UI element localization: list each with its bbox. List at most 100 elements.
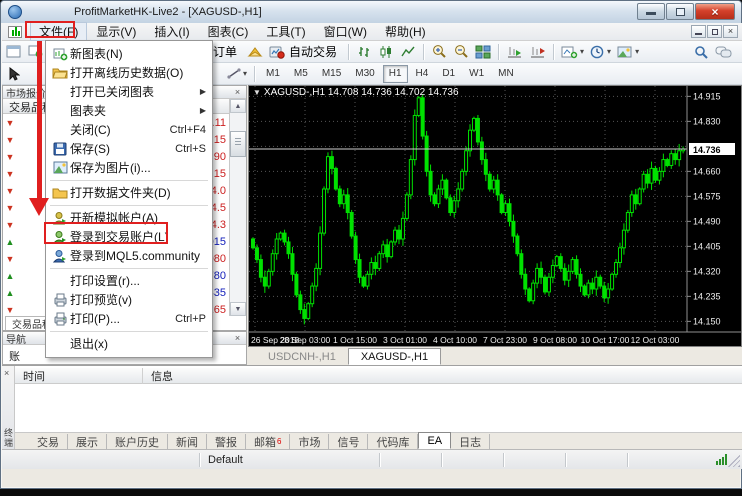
candlestick-mode-icon[interactable] — [375, 42, 397, 62]
file-menu-item-18[interactable]: 退出(x) — [46, 334, 212, 353]
terminal-tab-新闻[interactable]: 新闻 — [168, 434, 207, 449]
timeframe-d1-button[interactable]: D1 — [436, 65, 461, 83]
bar-chart-mode-icon[interactable] — [353, 42, 375, 62]
tile-windows-icon[interactable] — [472, 42, 494, 62]
restore-button[interactable] — [666, 3, 694, 20]
svg-text:4 Oct 10:00: 4 Oct 10:00 — [433, 335, 477, 345]
chart-window[interactable]: ▼XAGUSD-,H1 14.708 14.736 14.702 14.736 … — [248, 85, 742, 347]
file-menu-item-4[interactable]: 关闭(C)Ctrl+F4 — [46, 120, 212, 139]
resize-grip[interactable] — [728, 455, 740, 467]
file-menu-item-2[interactable]: 打开已关闭图表▶ — [46, 82, 212, 101]
line-tools-dropdown[interactable]: ▾ — [224, 64, 250, 84]
menu-separator — [46, 265, 212, 271]
minimize-button[interactable] — [637, 3, 665, 20]
timeframe-mn-button[interactable]: MN — [492, 65, 520, 83]
menu-item-3[interactable]: 图表(C) — [199, 22, 258, 41]
svg-text:12 Oct 03:00: 12 Oct 03:00 — [631, 335, 680, 345]
status-field — [380, 453, 442, 467]
menu-item-label: 保存(S) — [70, 140, 167, 157]
terminal-tab-交易[interactable]: 交易 — [29, 434, 68, 449]
svg-text:14.575: 14.575 — [693, 191, 721, 201]
terminal-tab-代码库[interactable]: 代码库 — [368, 434, 418, 449]
mdi-restore-button[interactable] — [707, 25, 722, 38]
file-menu-item-0[interactable]: 新图表(N) — [46, 44, 212, 63]
terminal-tab-账户历史[interactable]: 账户历史 — [107, 434, 168, 449]
timeframe-w1-button[interactable]: W1 — [463, 65, 490, 83]
timeframe-m15-button[interactable]: M15 — [316, 65, 347, 83]
menu-item-2[interactable]: 插入(I) — [145, 22, 198, 41]
search-symbol-icon[interactable] — [690, 42, 712, 62]
close-icon[interactable]: × — [4, 368, 9, 378]
chart-system-icon[interactable] — [8, 26, 22, 38]
zoom-in-icon[interactable] — [428, 42, 450, 62]
zoom-out-icon[interactable] — [450, 42, 472, 62]
close-button[interactable]: × — [695, 3, 735, 20]
file-menu-item-5[interactable]: 保存(S)Ctrl+S — [46, 139, 212, 158]
menu-item-label: 打开离线历史数据(O) — [70, 64, 206, 81]
price-down-arrow-icon: ▼ — [3, 186, 17, 196]
terminal-tab-日志[interactable]: 日志 — [451, 434, 490, 449]
new-window-icon[interactable] — [24, 42, 46, 62]
folder-icon — [50, 185, 70, 201]
cursor-tool-icon[interactable] — [2, 64, 24, 84]
scroll-up-icon[interactable]: ▲ — [230, 99, 246, 113]
chart-shift-icon[interactable] — [526, 42, 549, 62]
file-menu-item-3[interactable]: 图表夹▶ — [46, 101, 212, 120]
community-chat-icon[interactable] — [712, 42, 736, 62]
terminal-tab-邮箱[interactable]: 邮箱6 — [246, 434, 290, 449]
auto-trading-button[interactable]: 自动交易 — [266, 42, 344, 62]
timeframe-m1-button[interactable]: M1 — [260, 65, 286, 83]
chart-tab-bar: USDCNH-,H1XAGUSD-,H1 — [248, 347, 742, 365]
mdi-close-button[interactable]: × — [723, 25, 738, 38]
auto-scroll-icon[interactable] — [503, 42, 526, 62]
periods-button[interactable]: ▾ — [587, 42, 614, 62]
menu-item-5[interactable]: 窗口(W) — [315, 22, 376, 41]
timeframe-h4-button[interactable]: H4 — [410, 65, 435, 83]
terminal-tab-警报[interactable]: 警报 — [207, 434, 246, 449]
menu-item-label: 退出(x) — [70, 335, 206, 352]
timeframe-m5-button[interactable]: M5 — [288, 65, 314, 83]
price-down-arrow-icon: ▼ — [3, 305, 17, 315]
file-menu-item-6[interactable]: 保存为图片(i)... — [46, 158, 212, 177]
menu-item-1[interactable]: 显示(V) — [87, 22, 145, 41]
file-menu-item-15[interactable]: 打印预览(v) — [46, 290, 212, 309]
mdi-minimize-button[interactable] — [691, 25, 706, 38]
svg-text:10 Oct 17:00: 10 Oct 17:00 — [581, 335, 630, 345]
file-menu-item-1[interactable]: 打开离线历史数据(O) — [46, 63, 212, 82]
restore-icon — [676, 8, 685, 16]
scroll-down-icon[interactable]: ▼ — [230, 302, 246, 316]
svg-text:14.235: 14.235 — [693, 291, 721, 301]
column-header-time[interactable]: 时间 — [15, 368, 143, 384]
status-profile[interactable]: Default — [200, 453, 380, 467]
terminal-side-tab[interactable]: 终端 — [2, 428, 15, 448]
column-header-message[interactable]: 信息 — [143, 368, 742, 384]
file-menu-item-8[interactable]: 打开数据文件夹(D) — [46, 183, 212, 202]
menu-item-6[interactable]: 帮助(H) — [376, 22, 435, 41]
file-menu-item-14[interactable]: 打印设置(r)... — [46, 271, 212, 290]
timeframe-m30-button[interactable]: M30 — [349, 65, 380, 83]
close-icon[interactable]: × — [232, 87, 243, 97]
close-icon: × — [728, 26, 733, 36]
chart-tab-usdcnhh1[interactable]: USDCNH-,H1 — [256, 349, 348, 365]
scrollbar-thumb[interactable] — [230, 131, 246, 157]
file-menu-item-12[interactable]: 登录到MQL5.community — [46, 246, 212, 265]
indicators-button[interactable]: ▾ — [558, 42, 587, 62]
terminal-tab-市场[interactable]: 市场 — [290, 434, 329, 449]
menu-item-4[interactable]: 工具(T) — [257, 22, 314, 41]
terminal-tab-信号[interactable]: 信号 — [329, 434, 368, 449]
market-watch-scrollbar[interactable]: ▲ ▼ — [229, 99, 246, 316]
close-icon[interactable]: × — [232, 333, 243, 343]
terminal-tab-展示[interactable]: 展示 — [68, 434, 107, 449]
mdi-window-icon[interactable] — [2, 42, 24, 62]
svg-text:14.490: 14.490 — [693, 216, 721, 226]
chart-tab-xagusdh1[interactable]: XAGUSD-,H1 — [348, 348, 441, 365]
templates-button[interactable]: ▾ — [614, 42, 642, 62]
price-up-arrow-icon: ▲ — [3, 271, 17, 281]
timeframe-h1-button[interactable]: H1 — [383, 65, 408, 83]
file-menu-item-16[interactable]: 打印(P)...Ctrl+P — [46, 309, 212, 328]
collapse-icon[interactable]: ▼ — [253, 88, 261, 97]
minimize-icon — [646, 12, 656, 15]
line-chart-mode-icon[interactable] — [397, 42, 419, 62]
metaeditor-icon[interactable] — [244, 42, 266, 62]
terminal-tab-ea[interactable]: EA — [418, 432, 451, 449]
